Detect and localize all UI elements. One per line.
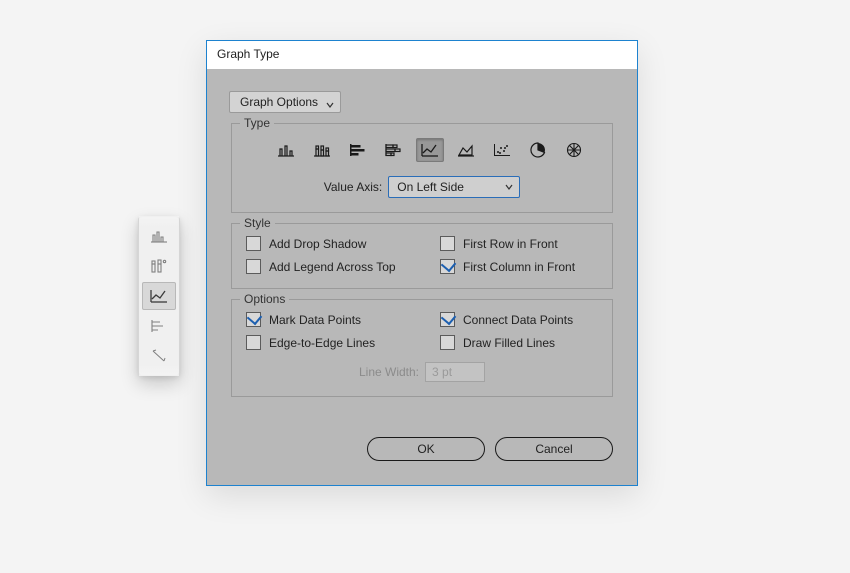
value-axis-dropdown[interactable]: On Left Side bbox=[388, 176, 520, 198]
add-drop-shadow-checkbox[interactable]: Add Drop Shadow bbox=[246, 236, 436, 251]
value-axis-value: On Left Side bbox=[397, 180, 464, 194]
checkbox-label: First Column in Front bbox=[463, 260, 575, 274]
line-type-icon[interactable] bbox=[416, 138, 444, 162]
graph-options-dropdown[interactable]: Graph Options bbox=[229, 91, 341, 113]
radar-type-icon[interactable] bbox=[560, 138, 588, 162]
graph-options-label: Graph Options bbox=[240, 95, 318, 109]
first-column-in-front-checkbox[interactable]: First Column in Front bbox=[440, 259, 598, 274]
chevron-down-icon bbox=[326, 98, 334, 106]
stacked-column-type-icon[interactable] bbox=[308, 138, 336, 162]
draw-filled-lines-checkbox[interactable]: Draw Filled Lines bbox=[440, 335, 598, 350]
checkbox-icon bbox=[440, 312, 455, 327]
checkbox-icon bbox=[246, 312, 261, 327]
type-section: Type bbox=[231, 123, 613, 213]
first-row-in-front-checkbox[interactable]: First Row in Front bbox=[440, 236, 598, 251]
bar-type-icon[interactable] bbox=[344, 138, 372, 162]
checkbox-icon bbox=[440, 259, 455, 274]
style-section-title: Style bbox=[240, 216, 275, 230]
graph-type-dialog: Graph Type Graph Options Type bbox=[206, 40, 638, 486]
column-type-icon[interactable] bbox=[272, 138, 300, 162]
checkbox-label: Mark Data Points bbox=[269, 313, 361, 327]
column-graph-tool-icon[interactable] bbox=[142, 222, 176, 250]
checkbox-icon bbox=[246, 335, 261, 350]
dialog-buttons: OK Cancel bbox=[229, 397, 615, 463]
stacked-column-graph-tool-icon[interactable] bbox=[142, 252, 176, 280]
dialog-body: Graph Options Type bbox=[207, 69, 637, 485]
dialog-title: Graph Type bbox=[207, 41, 637, 69]
checkbox-label: Add Drop Shadow bbox=[269, 237, 366, 251]
checkbox-label: Connect Data Points bbox=[463, 313, 573, 327]
mark-data-points-checkbox[interactable]: Mark Data Points bbox=[246, 312, 436, 327]
chevron-down-icon bbox=[505, 180, 513, 194]
graph-tool-panel bbox=[138, 216, 180, 376]
bar-graph-tool-icon[interactable] bbox=[142, 312, 176, 340]
options-section: Options Mark Data Points Connect Data Po… bbox=[231, 299, 613, 397]
area-type-icon[interactable] bbox=[452, 138, 480, 162]
checkbox-label: First Row in Front bbox=[463, 237, 558, 251]
stacked-bar-type-icon[interactable] bbox=[380, 138, 408, 162]
connect-data-points-checkbox[interactable]: Connect Data Points bbox=[440, 312, 598, 327]
checkbox-icon bbox=[246, 259, 261, 274]
ok-button[interactable]: OK bbox=[367, 437, 485, 461]
style-section: Style Add Drop Shadow First Row in Front… bbox=[231, 223, 613, 289]
checkbox-icon bbox=[440, 236, 455, 251]
line-width-input: 3 pt bbox=[425, 362, 485, 382]
checkbox-label: Add Legend Across Top bbox=[269, 260, 396, 274]
cancel-button[interactable]: Cancel bbox=[495, 437, 613, 461]
checkbox-icon bbox=[246, 236, 261, 251]
area-graph-tool-icon[interactable] bbox=[142, 342, 176, 370]
line-width-row: Line Width: 3 pt bbox=[244, 362, 600, 382]
line-graph-tool-icon[interactable] bbox=[142, 282, 176, 310]
value-axis-label: Value Axis: bbox=[324, 180, 382, 194]
line-width-label: Line Width: bbox=[359, 365, 419, 379]
options-section-title: Options bbox=[240, 292, 289, 306]
graph-type-icons bbox=[244, 132, 600, 172]
value-axis-row: Value Axis: On Left Side bbox=[244, 172, 600, 198]
checkbox-label: Draw Filled Lines bbox=[463, 336, 555, 350]
checkbox-label: Edge-to-Edge Lines bbox=[269, 336, 375, 350]
scatter-type-icon[interactable] bbox=[488, 138, 516, 162]
pie-type-icon[interactable] bbox=[524, 138, 552, 162]
add-legend-across-top-checkbox[interactable]: Add Legend Across Top bbox=[246, 259, 436, 274]
type-section-title: Type bbox=[240, 116, 274, 130]
checkbox-icon bbox=[440, 335, 455, 350]
edge-to-edge-lines-checkbox[interactable]: Edge-to-Edge Lines bbox=[246, 335, 436, 350]
